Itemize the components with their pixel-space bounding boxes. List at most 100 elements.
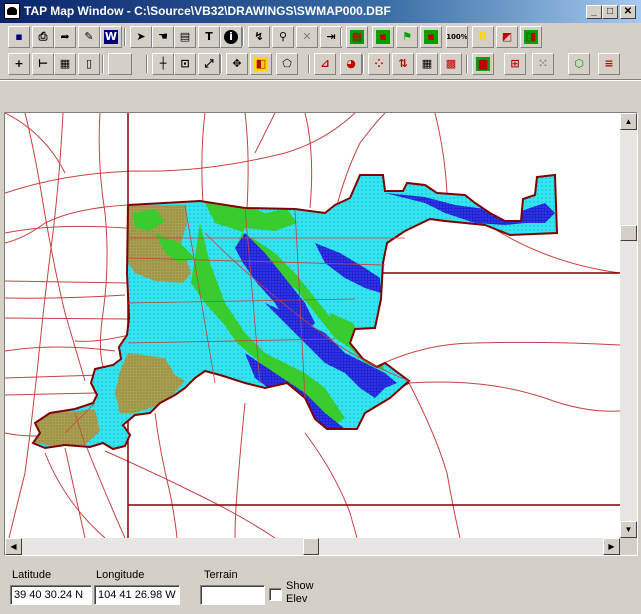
horizontal-scroll-thumb[interactable] [303, 538, 319, 555]
color-grid-button[interactable]: ▩ [440, 53, 462, 75]
red-arrows-icon: ⇅ [398, 57, 408, 70]
exit-button[interactable]: ⇥ [320, 26, 342, 48]
layer-stack-icon: ◨ [524, 30, 538, 44]
horizontal-scrollbar[interactable]: ◀ ▶ [5, 538, 620, 555]
print-button[interactable]: ⎙ [32, 26, 54, 48]
print-icon: ⎙ [38, 30, 48, 43]
maximize-button[interactable]: □ [602, 5, 618, 19]
find-button[interactable]: ⚲ [272, 26, 294, 48]
show-elev-label-1: Show [286, 580, 314, 592]
scroll-left-button[interactable]: ◀ [5, 538, 22, 555]
scroll-down-button[interactable]: ▼ [620, 521, 637, 538]
title-bar[interactable]: TAP Map Window - C:\Source\VB32\DRAWINGS… [0, 0, 641, 23]
resize-button[interactable]: ⤢ [198, 53, 220, 75]
arrow-forward-button[interactable]: ➦ [54, 26, 76, 48]
toolbar-separator [308, 55, 310, 73]
polygon-button[interactable]: ⬠ [276, 53, 298, 75]
yellow-layer-button[interactable]: R [472, 26, 494, 48]
terrain-label: Terrain [204, 569, 238, 581]
toolbar-separator [362, 55, 364, 73]
vertical-scroll-thumb[interactable] [620, 225, 637, 241]
map-canvas[interactable] [5, 113, 620, 538]
layer-stack-button[interactable]: ◨ [520, 26, 542, 48]
zoom-box-button[interactable]: ⊡ [174, 53, 196, 75]
minimize-button[interactable]: _ [586, 5, 602, 19]
scroll-up-button[interactable]: ▲ [620, 113, 637, 130]
scroll-right-button[interactable]: ▶ [603, 538, 620, 555]
window-title: TAP Map Window - C:\Source\VB32\DRAWINGS… [24, 4, 391, 18]
plus-icon: + [14, 57, 24, 70]
dot-grid-icon: ⁙ [538, 57, 548, 70]
pin-tool-icon: ⚑ [402, 30, 412, 43]
text-tool-button[interactable]: T [198, 26, 220, 48]
scale-bar-button[interactable]: ⊢ [32, 53, 54, 75]
edit-form-button[interactable]: ✎ [78, 26, 100, 48]
red-region-icon: ▪ [424, 30, 438, 44]
table-grid-button[interactable]: ▦ [416, 53, 438, 75]
color-grid-icon: ▩ [445, 57, 457, 70]
red-arrows-button[interactable]: ⇅ [392, 53, 414, 75]
route-icon: ↯ [254, 30, 264, 43]
toolbar-divider [0, 79, 641, 81]
pointer-button[interactable]: ➤ [130, 26, 152, 48]
scatter-points-button[interactable]: ⁘ [368, 53, 390, 75]
find-icon: ⚲ [278, 30, 288, 43]
info-icon: i [224, 30, 238, 44]
zoom-select-icon: ▦ [350, 30, 364, 44]
red-region-button[interactable]: ▪ [420, 26, 442, 48]
grid-button[interactable]: ▦ [54, 53, 76, 75]
terrain-field[interactable] [200, 585, 265, 605]
exit-icon: ⇥ [326, 30, 336, 43]
toolbar-separator [146, 55, 148, 73]
pointer-icon: ➤ [136, 30, 146, 43]
toolbar-separator [220, 55, 222, 73]
histogram-button[interactable]: ▆ [472, 53, 494, 75]
legend-icon: ≡ [604, 57, 614, 70]
copy-table-button[interactable]: ▤ [174, 26, 196, 48]
toolbar-separator [124, 28, 126, 46]
edit-form-icon: ✎ [84, 30, 94, 43]
network-button[interactable]: ⊞ [504, 53, 526, 75]
scroll-corner [620, 538, 637, 555]
crosshair-select-button[interactable]: ┼ [152, 53, 174, 75]
save-button[interactable]: ▪ [8, 26, 30, 48]
info-button[interactable]: i [220, 26, 242, 48]
route-button[interactable]: ↯ [248, 26, 270, 48]
pie-chart-button[interactable]: ◕ [340, 53, 362, 75]
move-cross-icon: ✥ [232, 57, 242, 70]
dot-grid-button[interactable]: ⁙ [532, 53, 554, 75]
polygon-icon: ⬠ [282, 57, 292, 70]
blank-button-button[interactable] [108, 53, 132, 75]
w-logo-button[interactable]: W [100, 26, 122, 48]
plus-button[interactable]: + [8, 53, 30, 75]
move-cross-button[interactable]: ✥ [226, 53, 248, 75]
small-node-button[interactable]: ▪ [372, 26, 394, 48]
red-layer-button[interactable]: ◩ [496, 26, 518, 48]
latitude-field[interactable]: 39 40 30.24 N [10, 585, 92, 605]
legend-button[interactable]: ≡ [598, 53, 620, 75]
toolbar-separator [340, 28, 342, 46]
green-polygon-button[interactable]: ⬡ [568, 53, 590, 75]
save-icon: ▪ [15, 30, 23, 43]
line-chart-button[interactable]: ⊿ [314, 53, 336, 75]
yellow-layer-icon: R [478, 30, 488, 43]
zoom-100-button[interactable]: 100% [446, 26, 468, 48]
longitude-field[interactable]: 104 41 26.98 W [94, 585, 180, 605]
arrow-forward-icon: ➦ [60, 30, 70, 43]
pin-tool-button[interactable]: ⚑ [396, 26, 418, 48]
toolbar-row-2: + ⊢ ▦ ▯ ┼ ⊡ ⤢ ✥ ◧ ⬠ ⊿ ◕ ⁘ ⇅ ▦ ▩ ▆ ⊞ ⁙ ⬡ ≡ [2, 53, 639, 77]
map-svg [5, 113, 620, 538]
scatter-points-icon: ⁘ [374, 57, 384, 70]
zoom-box-icon: ⊡ [180, 57, 190, 70]
app-icon[interactable] [4, 3, 20, 19]
pan-hand-button[interactable]: ☚ [152, 26, 174, 48]
delete-button[interactable]: ✕ [296, 26, 318, 48]
close-button[interactable]: ✕ [620, 5, 636, 19]
resize-icon: ⤢ [204, 57, 214, 70]
table-grid-icon: ▦ [421, 57, 433, 70]
show-elev-checkbox[interactable] [269, 588, 282, 601]
zoom-select-button[interactable]: ▦ [346, 26, 368, 48]
page-button[interactable]: ▯ [78, 53, 100, 75]
vertical-scrollbar[interactable]: ▲ ▼ [620, 113, 637, 538]
color-fill-button[interactable]: ◧ [250, 53, 272, 75]
